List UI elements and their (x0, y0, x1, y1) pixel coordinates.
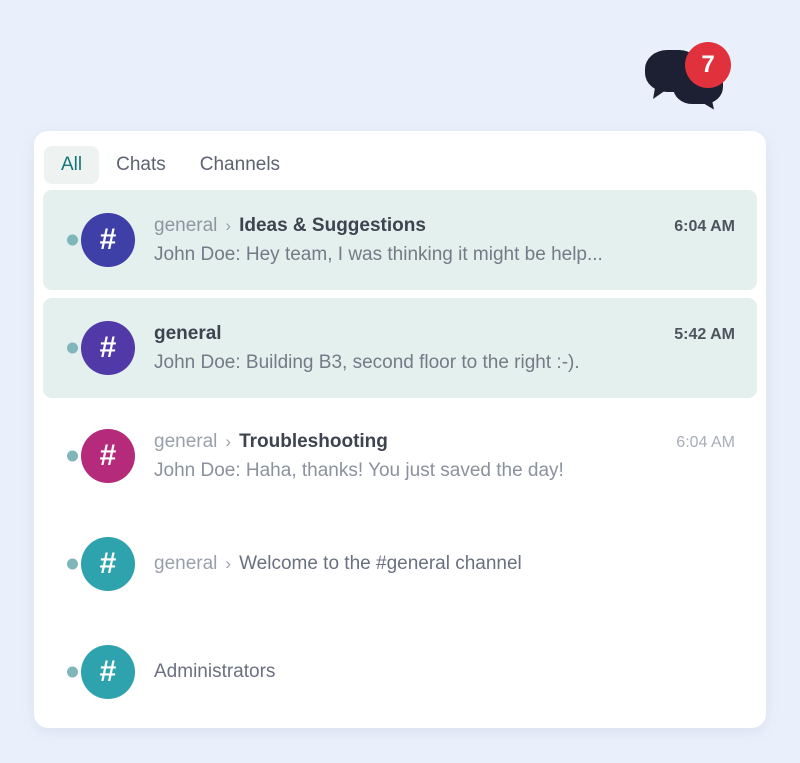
timestamp: 6:04 AM (676, 433, 735, 451)
chevron-right-icon: › (225, 431, 232, 451)
list-item-header: › general 5:42 AM (154, 323, 735, 345)
list-item-title: Welcome to the #general channel (239, 553, 522, 574)
list-item-title: Ideas & Suggestions (239, 214, 426, 236)
list-item-header: general › Ideas & Suggestions 6:04 AM (154, 215, 735, 237)
channel-avatar: # (81, 429, 135, 483)
chat-notification-button[interactable]: 7 (645, 42, 745, 114)
breadcrumb: general › Troubleshooting (154, 431, 662, 453)
unread-indicator-dot (67, 558, 78, 570)
breadcrumb-parent: general (154, 553, 218, 574)
chevron-right-icon: › (225, 554, 232, 573)
list-item[interactable]: # general › Welcome to the #general chan… (43, 514, 757, 614)
list-item-title: Troubleshooting (239, 430, 388, 452)
breadcrumb: general › Ideas & Suggestions (154, 215, 660, 237)
list-item[interactable]: # general › Ideas & Suggestions 6:04 AM … (43, 190, 757, 290)
tab-chats[interactable]: Chats (99, 146, 183, 184)
tab-all[interactable]: All (44, 146, 100, 184)
timestamp: 6:04 AM (674, 217, 735, 235)
breadcrumb: › general (154, 323, 660, 345)
list-item-header: general › Welcome to the #general channe… (154, 553, 735, 575)
message-preview: John Doe: Haha, thanks! You just saved t… (154, 459, 564, 481)
list-item-header: general › Troubleshooting 6:04 AM (154, 431, 735, 453)
list-item-body: › general 5:42 AM John Doe: Building B3,… (154, 323, 735, 374)
unread-indicator-dot (67, 342, 78, 354)
breadcrumb-parent: general (154, 430, 218, 452)
list-item-header: › Administrators (154, 661, 735, 683)
list-item-body: general › Ideas & Suggestions 6:04 AM Jo… (154, 215, 735, 266)
list-item-title: general (154, 322, 222, 344)
channel-avatar: # (81, 645, 135, 699)
timestamp: 5:42 AM (674, 325, 735, 343)
notifications-panel: All Chats Channels # general › Ideas & S… (34, 131, 766, 728)
channel-avatar: # (81, 537, 135, 591)
unread-indicator-dot (67, 666, 78, 678)
list-item-title: Administrators (154, 661, 276, 682)
list-item-body: general › Welcome to the #general channe… (154, 553, 735, 575)
list-item[interactable]: # › general 5:42 AM John Doe: Building B… (43, 298, 757, 398)
breadcrumb-parent: general (154, 214, 218, 236)
notification-icon-area: 7 (0, 28, 800, 114)
chevron-right-icon: › (225, 215, 232, 235)
tab-bar: All Chats Channels (34, 131, 766, 184)
unread-indicator-dot (67, 234, 78, 246)
list-item[interactable]: # › Administrators (43, 622, 757, 722)
breadcrumb: general › Welcome to the #general channe… (154, 553, 721, 575)
list-item[interactable]: # general › Troubleshooting 6:04 AM John… (43, 406, 757, 506)
tab-channels[interactable]: Channels (183, 146, 297, 184)
breadcrumb: › Administrators (154, 661, 721, 683)
list-item-body: general › Troubleshooting 6:04 AM John D… (154, 431, 735, 482)
message-preview: John Doe: Hey team, I was thinking it mi… (154, 243, 603, 265)
list-item-body: › Administrators (154, 661, 735, 683)
unread-indicator-dot (67, 450, 78, 462)
unread-count-badge: 7 (685, 42, 731, 88)
conversation-list: # general › Ideas & Suggestions 6:04 AM … (34, 184, 766, 722)
channel-avatar: # (81, 321, 135, 375)
message-preview: John Doe: Building B3, second floor to t… (154, 351, 580, 373)
channel-avatar: # (81, 213, 135, 267)
